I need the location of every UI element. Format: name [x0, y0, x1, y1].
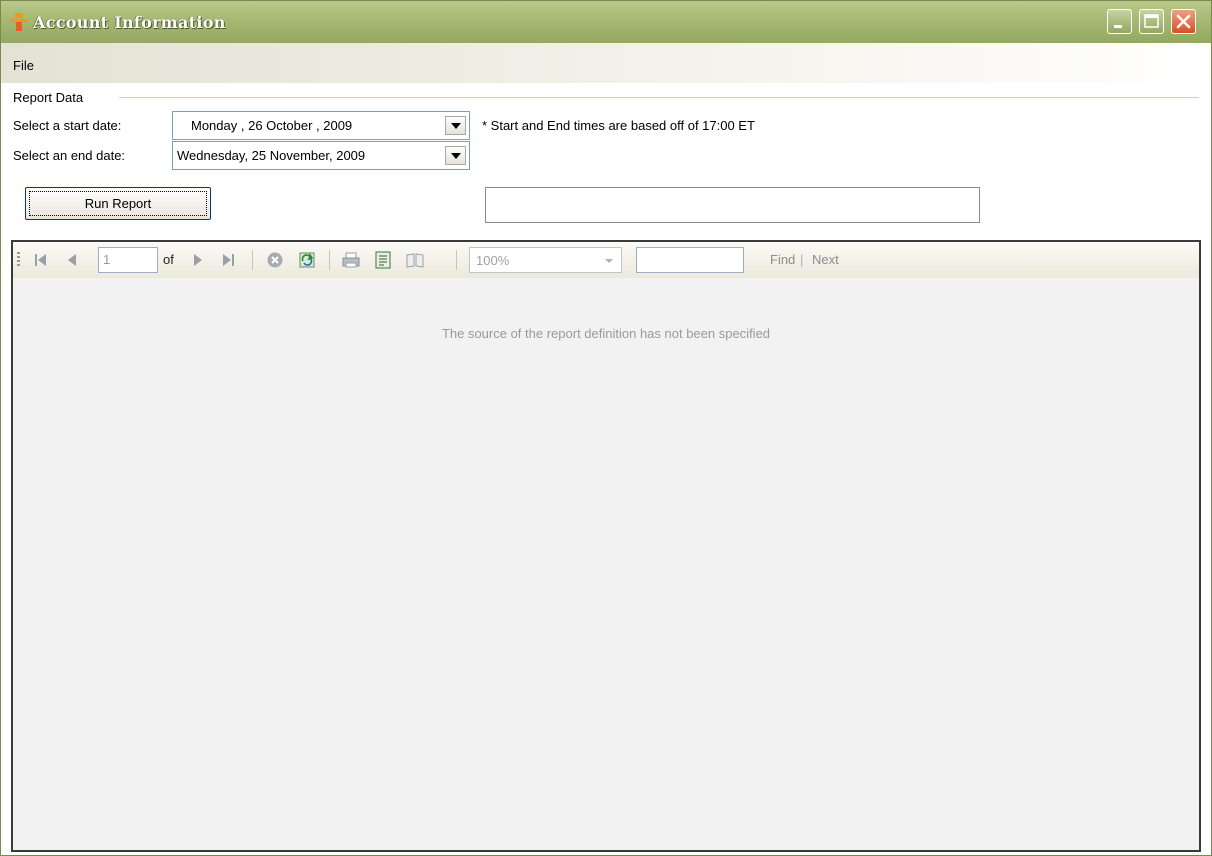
- start-date-dropdown-button[interactable]: [445, 116, 466, 135]
- page-setup-icon[interactable]: [405, 250, 425, 270]
- stop-icon[interactable]: [265, 250, 285, 270]
- zoom-select[interactable]: 100%: [469, 247, 622, 273]
- toolbar-grip[interactable]: [17, 252, 20, 268]
- print-icon[interactable]: [341, 250, 361, 270]
- next-link[interactable]: Next: [812, 252, 839, 267]
- zoom-value: 100%: [476, 253, 510, 268]
- dropdown-arrow-icon: [451, 123, 461, 129]
- toolbar-separator: [456, 250, 457, 270]
- app-info-icon: [10, 13, 28, 31]
- end-date-picker[interactable]: Wednesday, 25 November, 2009: [172, 141, 470, 170]
- report-viewer: 1 of 100% Find | Next The source of the …: [11, 240, 1201, 852]
- chevron-down-icon: [605, 259, 613, 263]
- find-next-separator: |: [800, 252, 804, 267]
- page-number-input[interactable]: 1: [98, 247, 158, 273]
- start-date-picker[interactable]: Monday , 26 October , 2009: [172, 111, 470, 140]
- end-date-dropdown-button[interactable]: [445, 146, 466, 165]
- print-layout-icon[interactable]: [373, 250, 393, 270]
- window-title: Account Information: [33, 13, 226, 32]
- start-date-value: Monday , 26 October , 2009: [191, 118, 353, 133]
- group-divider: [119, 97, 1199, 98]
- run-report-button[interactable]: Run Report: [25, 187, 211, 220]
- first-page-icon[interactable]: [31, 250, 51, 270]
- time-note: * Start and End times are based off of 1…: [482, 118, 755, 133]
- end-date-label: Select an end date:: [13, 148, 126, 163]
- close-button[interactable]: [1171, 9, 1196, 34]
- toolbar-separator: [252, 250, 253, 270]
- title-bar[interactable]: Account Information: [1, 1, 1211, 43]
- minimize-icon: [1114, 25, 1122, 28]
- maximize-icon: [1144, 14, 1159, 28]
- report-viewer-toolbar: 1 of 100% Find | Next: [13, 242, 1199, 278]
- last-page-icon[interactable]: [219, 250, 239, 270]
- account-information-window: Account Information File Report Data Sel…: [0, 0, 1212, 856]
- status-textbox[interactable]: [485, 187, 980, 223]
- next-page-icon[interactable]: [188, 250, 208, 270]
- report-viewer-message: The source of the report definition has …: [441, 326, 771, 341]
- dropdown-arrow-icon: [451, 153, 461, 159]
- menu-file[interactable]: File: [13, 58, 34, 73]
- toolbar-separator: [329, 250, 330, 270]
- find-link[interactable]: Find: [770, 252, 795, 267]
- maximize-button[interactable]: [1139, 9, 1164, 34]
- end-date-value: Wednesday, 25 November, 2009: [177, 148, 366, 163]
- refresh-icon[interactable]: [297, 250, 317, 270]
- page-of-label: of: [163, 252, 174, 267]
- close-icon: [1176, 14, 1191, 29]
- menu-bar: File: [1, 43, 1211, 83]
- find-text-input[interactable]: [636, 247, 744, 273]
- minimize-button[interactable]: [1107, 9, 1132, 34]
- report-data-group-title: Report Data: [13, 90, 86, 105]
- start-date-label: Select a start date:: [13, 118, 122, 133]
- previous-page-icon[interactable]: [63, 250, 83, 270]
